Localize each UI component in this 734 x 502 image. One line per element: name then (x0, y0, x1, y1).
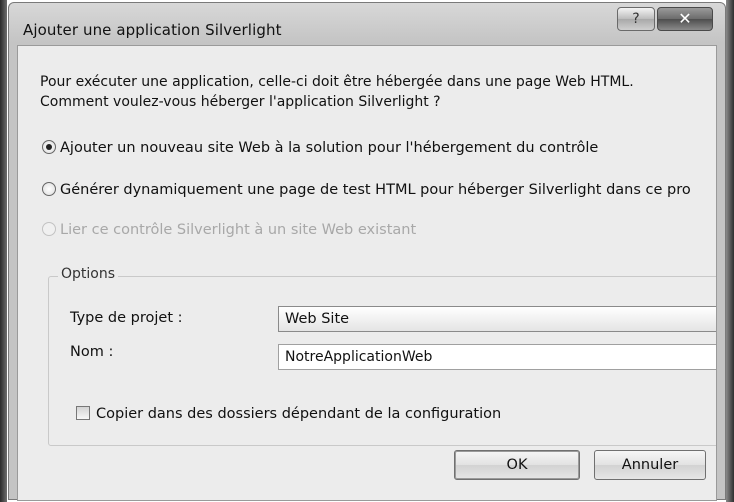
options-legend: Options (58, 266, 119, 282)
copy-config-checkbox-row[interactable]: Copier dans des dossiers dépendant de la… (76, 406, 501, 422)
name-input-value: NotreApplicationWeb (285, 349, 433, 365)
name-label: Nom : (70, 344, 114, 360)
radio-new-website-label: Ajouter un nouveau site Web à la solutio… (60, 140, 599, 156)
copy-config-checkbox[interactable] (76, 406, 90, 420)
help-icon: ? (632, 11, 640, 27)
project-type-label: Type de projet : (70, 310, 183, 326)
close-button[interactable]: ✕ (657, 7, 713, 31)
radio-link-existing-website-label: Lier ce contrôle Silverlight à un site W… (60, 222, 417, 238)
project-type-value: Web Site (285, 311, 350, 327)
close-icon: ✕ (678, 9, 692, 28)
radio-selected-icon[interactable] (42, 140, 56, 154)
intro-text: Pour exécuter une application, celle-ci … (40, 74, 634, 110)
background-edge-right (726, 0, 734, 502)
screen: Ajouter une application Silverlight ? ✕ … (0, 0, 734, 502)
radio-dynamic-test-page-label: Générer dynamiquement une page de test H… (60, 182, 691, 198)
radio-new-website[interactable]: Ajouter un nouveau site Web à la solutio… (42, 140, 598, 156)
radio-link-existing-website: Lier ce contrôle Silverlight à un site W… (42, 222, 416, 238)
radio-dynamic-test-page[interactable]: Générer dynamiquement une page de test H… (42, 182, 691, 198)
background-edge-left (0, 0, 7, 502)
title-bar[interactable]: Ajouter une application Silverlight ? ✕ (9, 3, 725, 45)
copy-config-label: Copier dans des dossiers dépendant de la… (96, 406, 502, 422)
help-button[interactable]: ? (617, 7, 655, 31)
ok-button[interactable]: OK (454, 450, 580, 480)
cancel-button[interactable]: Annuler (594, 450, 706, 480)
dialog-body: Pour exécuter une application, celle-ci … (17, 45, 717, 501)
dialog-window: Ajouter une application Silverlight ? ✕ … (8, 2, 726, 501)
project-type-select[interactable]: Web Site ▾ (278, 306, 716, 332)
window-title: Ajouter une application Silverlight (23, 21, 282, 39)
radio-unselected-icon[interactable] (42, 182, 56, 196)
radio-disabled-icon (42, 222, 56, 236)
name-input[interactable]: NotreApplicationWeb (278, 344, 716, 370)
